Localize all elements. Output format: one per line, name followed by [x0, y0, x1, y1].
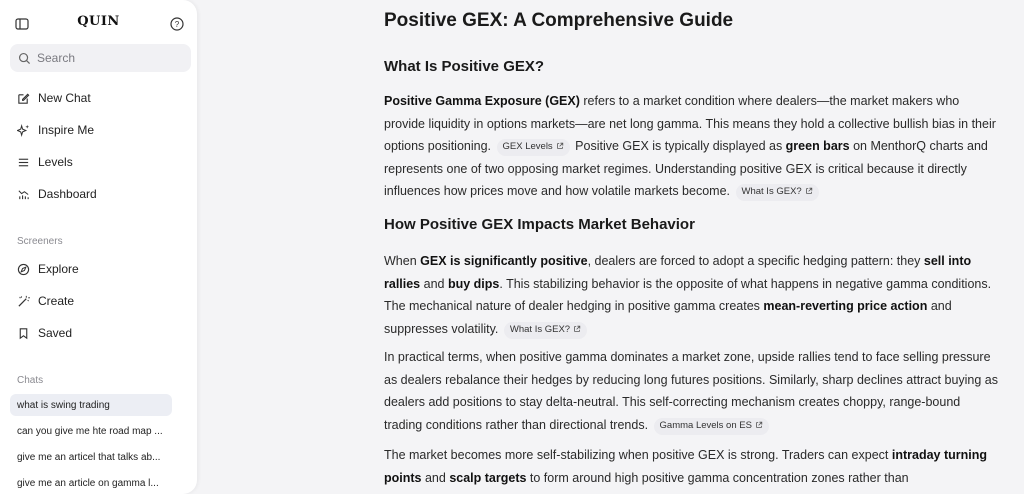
- sidebar: QUIN ? Search New Chat Inspire Me Levels…: [0, 0, 197, 494]
- chip-label: Gamma Levels on ES: [659, 419, 752, 431]
- sidebar-header: QUIN ?: [0, 12, 197, 38]
- sparkles-icon: [17, 123, 30, 137]
- chat-item[interactable]: can you give me hte road map ...: [10, 420, 172, 442]
- chip-label: What Is GEX?: [741, 186, 802, 197]
- bold-text: mean-reverting price action: [763, 299, 928, 313]
- chart-icon: [18, 189, 29, 199]
- text: and: [421, 470, 450, 485]
- bold-text: GEX is significantly positive: [420, 254, 588, 268]
- magic-wand-icon: [18, 295, 30, 307]
- help-icon[interactable]: ?: [169, 16, 185, 32]
- nav-explore[interactable]: Explore: [10, 256, 191, 282]
- edit-icon: [18, 93, 30, 104]
- nav-label: Inspire Me: [38, 123, 95, 137]
- source-chip[interactable]: Gamma Levels on ES: [653, 417, 769, 435]
- app-logo: QUIN: [77, 14, 120, 29]
- screeners-section-label: Screeners: [17, 236, 63, 247]
- bold-text: scalp targets: [449, 470, 527, 485]
- source-chip[interactable]: What Is GEX?: [735, 184, 819, 201]
- search-icon: [18, 52, 31, 64]
- nav-label: New Chat: [38, 91, 91, 105]
- source-chip[interactable]: What Is GEX?: [503, 321, 588, 339]
- nav-dashboard[interactable]: Dashboard: [10, 181, 191, 207]
- chip-label: GEX Levels: [502, 141, 553, 152]
- text: When: [384, 254, 421, 268]
- text: Positive GEX is typically displayed as: [571, 139, 786, 153]
- nav-levels[interactable]: Levels: [10, 149, 191, 175]
- search-input[interactable]: Search: [10, 44, 191, 72]
- section-heading: What Is Positive GEX?: [384, 58, 545, 75]
- chat-item[interactable]: give me an article on gamma l...: [10, 472, 172, 494]
- chat-item[interactable]: what is swing trading: [10, 394, 172, 416]
- compass-icon: [17, 263, 30, 275]
- nav-inspire-me[interactable]: Inspire Me: [10, 117, 191, 143]
- bold-text: green bars: [785, 139, 850, 153]
- bold-text: buy dips: [447, 276, 500, 291]
- text: The market becomes more self-stabilizing…: [384, 448, 892, 462]
- search-placeholder: Search: [37, 51, 76, 65]
- external-link-icon: [574, 325, 581, 332]
- chats-section-label: Chats: [17, 375, 44, 386]
- source-chip[interactable]: GEX Levels: [496, 139, 570, 156]
- chat-item[interactable]: give me an articel that talks ab...: [10, 446, 172, 468]
- nav-create[interactable]: Create: [10, 288, 191, 314]
- nav-label: Dashboard: [38, 187, 97, 201]
- external-link-icon: [805, 187, 812, 194]
- external-link-icon: [556, 142, 563, 149]
- bookmark-icon: [19, 327, 28, 339]
- nav-label: Explore: [38, 262, 79, 276]
- text: to form around high positive gamma conce…: [526, 470, 909, 485]
- menu-icon: [18, 158, 29, 166]
- nav-label: Saved: [38, 326, 73, 340]
- nav-saved[interactable]: Saved: [10, 320, 191, 346]
- paragraph: Positive Gamma Exposure (GEX) refers to …: [384, 90, 1000, 203]
- paragraph: The market becomes more self-stabilizing…: [384, 444, 1000, 489]
- external-link-icon: [756, 421, 763, 428]
- paragraph: When GEX is significantly positive, deal…: [384, 250, 1000, 340]
- section-heading: How Positive GEX Impacts Market Behavior: [384, 216, 695, 233]
- paragraph: In practical terms, when positive gamma …: [384, 346, 1000, 436]
- chip-label: What Is GEX?: [509, 323, 571, 335]
- nav-new-chat[interactable]: New Chat: [10, 85, 191, 111]
- svg-text:?: ?: [175, 20, 180, 29]
- bold-text: Positive Gamma Exposure (GEX): [384, 94, 580, 108]
- page-title: Positive GEX: A Comprehensive Guide: [384, 10, 734, 31]
- nav-label: Create: [38, 294, 75, 308]
- text: and: [420, 276, 448, 291]
- text: , dealers are forced to adopt a specific…: [587, 254, 924, 268]
- nav-label: Levels: [38, 155, 73, 169]
